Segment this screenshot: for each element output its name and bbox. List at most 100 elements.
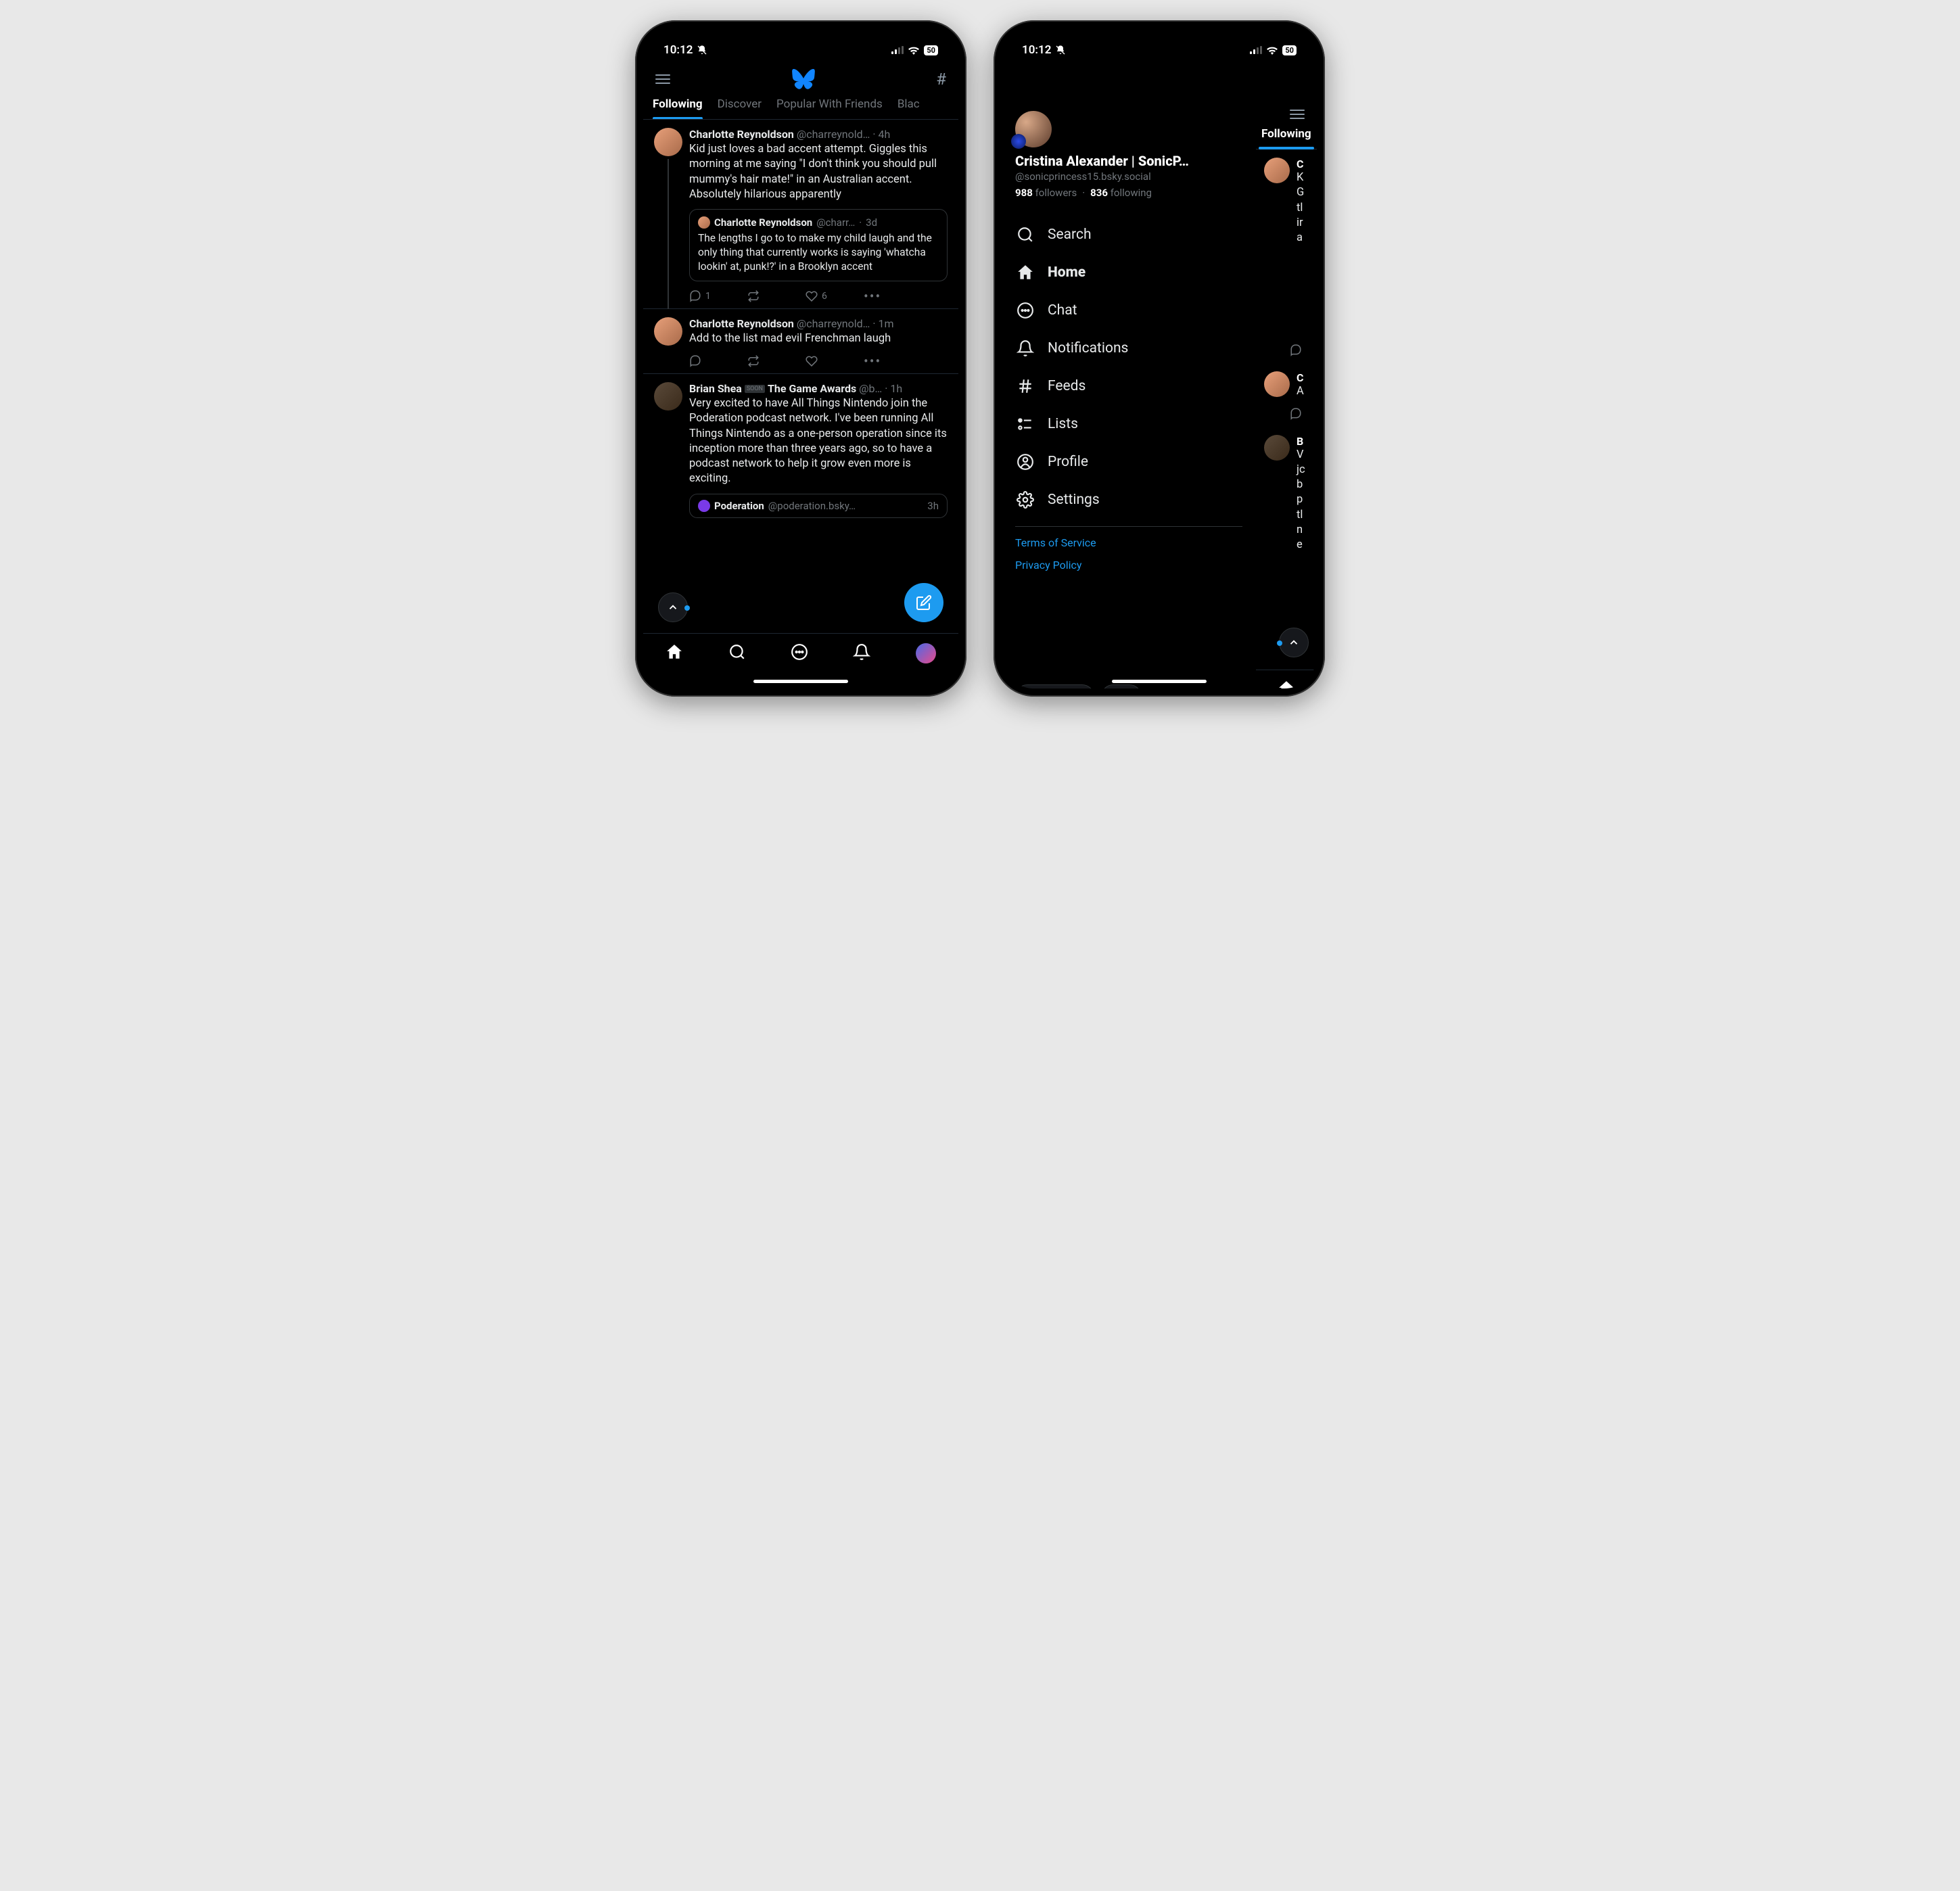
battery-icon: 50 [924, 45, 938, 55]
post-time: 1m [879, 317, 894, 330]
more-button[interactable]: ••• [864, 353, 922, 369]
nav-home[interactable] [666, 643, 683, 663]
hash-icon [1017, 377, 1034, 395]
post-time: 4h [879, 128, 891, 141]
repost-button[interactable] [747, 290, 806, 302]
post[interactable]: Charlotte Reynoldson @charreynold… · 4h … [643, 120, 958, 309]
feed[interactable]: Charlotte Reynoldson @charreynold… · 4h … [643, 120, 958, 522]
home-indicator[interactable] [753, 680, 848, 683]
menu-button[interactable] [1290, 110, 1305, 119]
status-time: 10:12 [663, 43, 693, 57]
home-icon [1017, 264, 1034, 281]
quote-post[interactable]: Poderation @poderation.bsky… 3h [689, 494, 948, 518]
tab-following[interactable]: Following [653, 97, 703, 119]
new-posts-indicator [1277, 640, 1282, 646]
nav-notifications[interactable] [853, 643, 870, 663]
drawer-search[interactable]: Search [1015, 216, 1242, 253]
badge: SOON [745, 385, 765, 393]
home-indicator[interactable] [1112, 680, 1207, 683]
repost-button[interactable] [747, 355, 806, 367]
bell-icon [1017, 340, 1034, 357]
like-button[interactable] [806, 355, 864, 367]
post-author[interactable]: Charlotte Reynoldson [689, 128, 794, 141]
nav-search[interactable] [728, 643, 746, 663]
status-time: 10:12 [1022, 43, 1051, 57]
battery-icon: 50 [1282, 45, 1297, 55]
post-handle[interactable]: @charreynold… [797, 128, 870, 141]
nav-home[interactable] [1278, 680, 1295, 688]
nav-chat[interactable] [791, 643, 808, 663]
new-posts-indicator [684, 605, 690, 611]
post-text: Add to the list mad evil Frenchman laugh [689, 331, 948, 346]
avatar[interactable] [1015, 111, 1052, 147]
post-handle[interactable]: @b… [859, 382, 882, 395]
gear-icon [1017, 491, 1034, 509]
profile-name: Cristina Alexander | SonicP… [1015, 153, 1242, 169]
reply-button[interactable] [689, 355, 747, 367]
nav-profile[interactable] [916, 643, 936, 663]
privacy-link[interactable]: Privacy Policy [1015, 559, 1242, 571]
reply-button[interactable]: 1 [689, 290, 747, 302]
reply-icon [1290, 408, 1302, 420]
wifi-icon [1266, 46, 1278, 55]
profile-handle: @sonicprincess15.bsky.social [1015, 170, 1242, 183]
feedback-button[interactable]: Feedback [1015, 684, 1094, 688]
drawer-notifications[interactable]: Notifications [1015, 330, 1242, 367]
search-icon [1017, 226, 1034, 243]
avatar[interactable] [654, 128, 682, 156]
more-button[interactable]: ••• [864, 288, 922, 304]
drawer-profile[interactable]: Profile [1015, 444, 1242, 480]
feed-underlay[interactable]: Following C K G tl ir a C A [1256, 101, 1317, 688]
followers-link[interactable]: 988 followers [1015, 187, 1077, 199]
avatar[interactable] [654, 382, 682, 411]
profile-icon [1017, 453, 1034, 471]
tab-following[interactable]: Following [1259, 127, 1314, 149]
post-text: Very excited to have All Things Nintendo… [689, 396, 948, 487]
help-button[interactable]: Help [1101, 684, 1142, 688]
signal-icon [891, 46, 904, 54]
scroll-top-button[interactable] [1279, 628, 1309, 657]
like-button[interactable]: 6 [806, 290, 864, 302]
bottom-nav [1256, 670, 1317, 688]
side-drawer: Cristina Alexander | SonicP… @sonicprinc… [1002, 101, 1256, 688]
avatar[interactable] [1264, 158, 1290, 183]
scroll-top-button[interactable] [658, 592, 688, 622]
signal-icon [1250, 46, 1262, 54]
profile-block[interactable]: Cristina Alexander | SonicP… @sonicprinc… [1015, 111, 1242, 199]
post[interactable]: Brian Shea SOON The Game Awards @b… · 1h… [643, 374, 958, 522]
post-author[interactable]: Brian Shea [689, 382, 742, 395]
tos-link[interactable]: Terms of Service [1015, 536, 1242, 549]
post-time: 1h [890, 382, 902, 395]
top-nav: # [643, 65, 958, 92]
avatar [698, 216, 710, 229]
bluesky-logo[interactable] [792, 69, 815, 89]
avatar[interactable] [1264, 371, 1290, 397]
post-author[interactable]: Charlotte Reynoldson [689, 317, 794, 330]
feeds-button[interactable]: # [936, 70, 946, 89]
tab-popular[interactable]: Popular With Friends [776, 97, 883, 119]
status-bar: 10:12 50 [643, 28, 958, 65]
post[interactable]: Charlotte Reynoldson @charreynold… · 1m … [643, 309, 958, 374]
following-link[interactable]: 836 following [1090, 187, 1152, 199]
mute-icon [697, 45, 707, 55]
avatar[interactable] [654, 317, 682, 346]
drawer-home[interactable]: Home [1015, 254, 1242, 291]
post-handle[interactable]: @charreynold… [797, 317, 870, 330]
list-icon [1017, 415, 1034, 433]
quote-post[interactable]: Charlotte Reynoldson @charr… · 3d The le… [689, 209, 948, 281]
menu-button[interactable] [655, 74, 670, 84]
wifi-icon [908, 46, 920, 55]
status-bar: 10:12 50 [1002, 28, 1317, 65]
mute-icon [1055, 45, 1066, 55]
drawer-lists[interactable]: Lists [1015, 406, 1242, 442]
drawer-feeds[interactable]: Feeds [1015, 368, 1242, 404]
tab-discover[interactable]: Discover [718, 97, 762, 119]
feed-tabs: Following Discover Popular With Friends … [643, 92, 958, 120]
drawer-settings[interactable]: Settings [1015, 482, 1242, 518]
avatar [698, 500, 710, 512]
drawer-chat[interactable]: Chat [1015, 292, 1242, 329]
tab-black[interactable]: Blac [897, 97, 920, 119]
avatar[interactable] [1264, 435, 1290, 461]
compose-button[interactable] [904, 583, 943, 622]
post-text: Kid just loves a bad accent attempt. Gig… [689, 142, 948, 202]
